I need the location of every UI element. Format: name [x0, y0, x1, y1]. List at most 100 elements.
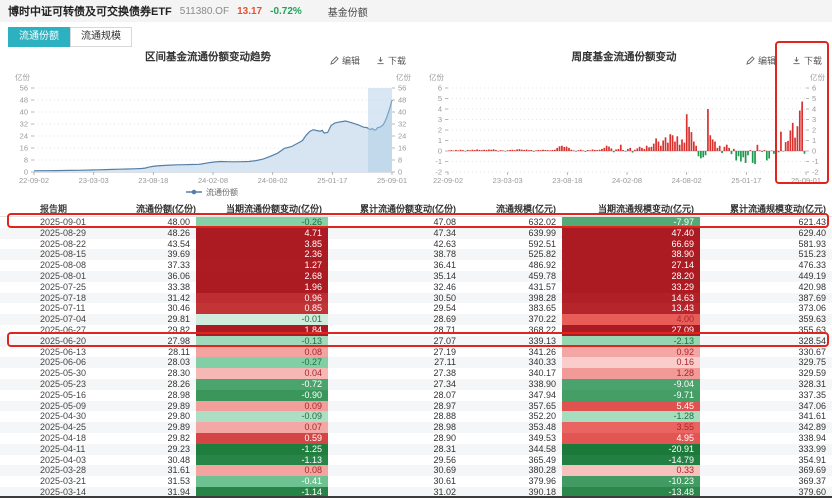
bar[interactable]: [460, 150, 462, 151]
bar[interactable]: [625, 151, 627, 152]
bar[interactable]: [472, 150, 474, 151]
tab-circulating-scale[interactable]: 流通规模: [70, 27, 132, 47]
bar[interactable]: [714, 142, 716, 151]
table-row[interactable]: 2025-08-2948.264.7147.34639.9947.40629.4…: [0, 228, 832, 239]
bar[interactable]: [719, 146, 721, 151]
bar[interactable]: [448, 150, 450, 151]
bar[interactable]: [629, 148, 631, 151]
bar[interactable]: [790, 130, 792, 151]
table-row[interactable]: 2025-05-0929.890.0928.97357.655.45347.06: [0, 401, 832, 412]
bar[interactable]: [698, 151, 700, 156]
bar[interactable]: [709, 135, 711, 151]
bar[interactable]: [804, 151, 806, 154]
bar[interactable]: [455, 150, 457, 151]
download-button[interactable]: 下载: [376, 54, 406, 67]
table-row[interactable]: 2025-03-2131.53-0.4130.61379.96-10.23369…: [0, 476, 832, 487]
bar[interactable]: [561, 146, 563, 151]
bar[interactable]: [648, 147, 650, 151]
edit-button[interactable]: 编辑: [330, 54, 360, 67]
table-row[interactable]: 2025-05-2328.26-0.7227.34338.90-9.04328.…: [0, 379, 832, 390]
bar[interactable]: [556, 148, 558, 151]
bar[interactable]: [660, 146, 662, 151]
bar[interactable]: [768, 151, 770, 159]
table-row[interactable]: 2025-03-2831.610.0830.69380.280.33369.69: [0, 465, 832, 476]
bar[interactable]: [700, 151, 702, 158]
bar[interactable]: [684, 143, 686, 151]
bar[interactable]: [801, 102, 803, 151]
bar[interactable]: [735, 151, 737, 160]
bar[interactable]: [476, 149, 478, 151]
bar[interactable]: [792, 123, 794, 151]
bar[interactable]: [646, 146, 648, 151]
bar[interactable]: [481, 150, 483, 151]
table-row[interactable]: 2025-05-3028.300.0427.38340.171.28329.59: [0, 368, 832, 379]
bar[interactable]: [643, 149, 645, 151]
bar[interactable]: [787, 141, 789, 151]
edit-button[interactable]: 编辑: [746, 54, 776, 67]
bar[interactable]: [634, 150, 636, 151]
bar[interactable]: [797, 126, 799, 151]
bar[interactable]: [479, 150, 481, 151]
bar[interactable]: [554, 150, 556, 151]
bar[interactable]: [681, 139, 683, 151]
table-row[interactable]: 2025-07-1831.420.9630.50398.2814.63387.6…: [0, 293, 832, 304]
bar[interactable]: [528, 150, 530, 151]
table-row[interactable]: 2025-04-1829.820.5928.90349.534.95338.94: [0, 433, 832, 444]
bar[interactable]: [641, 148, 643, 151]
table-row[interactable]: 2025-04-1129.23-1.2528.31344.58-20.91333…: [0, 444, 832, 455]
bar[interactable]: [488, 150, 490, 151]
bar[interactable]: [467, 150, 469, 151]
bar[interactable]: [483, 150, 485, 151]
bar[interactable]: [745, 151, 747, 163]
bar[interactable]: [658, 142, 660, 151]
bar[interactable]: [464, 151, 466, 152]
bar[interactable]: [618, 149, 620, 151]
bar[interactable]: [794, 138, 796, 151]
bar[interactable]: [530, 150, 532, 151]
bar[interactable]: [486, 150, 488, 151]
bar[interactable]: [754, 151, 756, 164]
bar[interactable]: [679, 145, 681, 151]
bar[interactable]: [688, 127, 690, 151]
bar[interactable]: [533, 151, 535, 152]
bar[interactable]: [639, 147, 641, 151]
bar[interactable]: [686, 114, 688, 151]
download-button[interactable]: 下载: [792, 54, 822, 67]
bar[interactable]: [542, 150, 544, 151]
table-row[interactable]: 2025-06-1328.110.0827.19341.260.92330.67: [0, 347, 832, 358]
bar[interactable]: [596, 150, 598, 151]
bar[interactable]: [450, 150, 452, 151]
bar[interactable]: [717, 148, 719, 151]
bar[interactable]: [740, 151, 742, 162]
bar[interactable]: [474, 150, 476, 151]
bar[interactable]: [578, 150, 580, 151]
bar[interactable]: [580, 150, 582, 151]
table-row[interactable]: 2025-06-0628.03-0.2727.11340.330.16329.7…: [0, 357, 832, 368]
bar[interactable]: [606, 146, 608, 151]
table-row[interactable]: 2025-06-2027.98-0.1327.07339.13-2.13328.…: [0, 336, 832, 347]
bar[interactable]: [669, 134, 671, 151]
bar[interactable]: [738, 151, 740, 156]
bar[interactable]: [622, 150, 624, 151]
bar[interactable]: [521, 150, 523, 151]
bar[interactable]: [457, 150, 459, 151]
bar[interactable]: [502, 150, 504, 151]
bar[interactable]: [538, 150, 540, 151]
table-row[interactable]: 2025-07-1130.460.8529.54383.6513.43373.0…: [0, 303, 832, 314]
table-row[interactable]: 2025-09-0148.00-0.2647.08632.02-7.97621.…: [0, 217, 832, 228]
table-row[interactable]: 2025-04-2529.890.0728.98353.483.55342.89: [0, 422, 832, 433]
bar[interactable]: [505, 151, 507, 152]
bar[interactable]: [749, 150, 751, 151]
bar[interactable]: [523, 150, 525, 151]
bar[interactable]: [469, 150, 471, 151]
bar[interactable]: [655, 138, 657, 151]
bar[interactable]: [603, 148, 605, 151]
bar[interactable]: [599, 150, 601, 151]
bar[interactable]: [592, 149, 594, 151]
bar[interactable]: [742, 151, 744, 157]
bar[interactable]: [766, 151, 768, 160]
bar[interactable]: [559, 146, 561, 151]
bar[interactable]: [545, 150, 547, 151]
bar[interactable]: [585, 151, 587, 152]
bar[interactable]: [757, 145, 759, 151]
